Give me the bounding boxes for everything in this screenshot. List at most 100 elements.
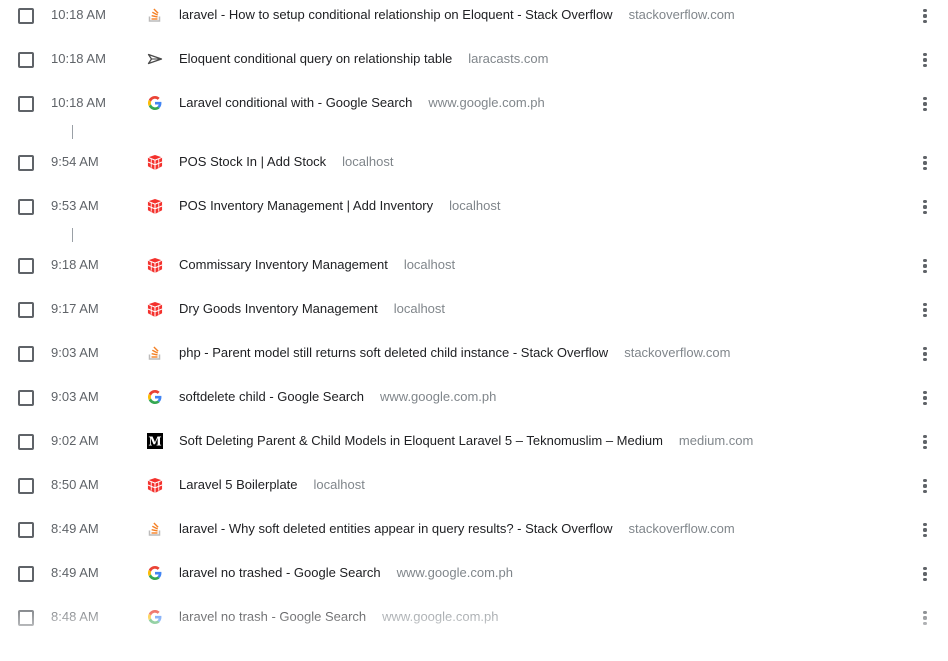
entry-link[interactable]: Soft Deleting Parent & Child Models in E… <box>179 433 753 448</box>
entry-link[interactable]: POS Inventory Management | Add Inventory… <box>179 198 500 213</box>
entry-title[interactable]: php - Parent model still returns soft de… <box>179 345 608 360</box>
entry-title[interactable]: laravel no trashed - Google Search <box>179 565 381 580</box>
more-actions-icon[interactable] <box>917 197 933 217</box>
google-icon <box>147 565 163 581</box>
more-actions-icon[interactable] <box>917 432 933 452</box>
entry-link[interactable]: laravel - How to setup conditional relat… <box>179 7 735 22</box>
more-actions-icon[interactable] <box>917 388 933 408</box>
entry-time: 8:50 AM <box>51 477 99 492</box>
entry-domain: localhost <box>393 301 446 316</box>
entry-title[interactable]: Commissary Inventory Management <box>179 257 388 272</box>
select-checkbox[interactable] <box>18 302 34 318</box>
time-gap-separator <box>72 125 73 139</box>
entry-domain: www.google.com.ph <box>396 565 513 580</box>
more-actions-icon[interactable] <box>917 94 933 114</box>
select-checkbox[interactable] <box>18 434 34 450</box>
entry-title[interactable]: laravel no trash - Google Search <box>179 609 366 624</box>
entry-link[interactable]: Eloquent conditional query on relationsh… <box>179 51 548 66</box>
entry-title[interactable]: Eloquent conditional query on relationsh… <box>179 51 452 66</box>
entry-time: 9:03 AM <box>51 389 99 404</box>
entry-time: 9:54 AM <box>51 154 99 169</box>
entry-domain: localhost <box>403 257 456 272</box>
entry-title[interactable]: Laravel conditional with - Google Search <box>179 95 412 110</box>
entry-domain: localhost <box>449 198 501 213</box>
entry-domain: stackoverflow.com <box>624 345 731 360</box>
laravel-icon <box>147 198 163 214</box>
history-entry[interactable]: 9:53 AM POS Inventory Management | Add In… <box>0 198 948 250</box>
select-checkbox[interactable] <box>18 522 34 538</box>
entry-time: 8:48 AM <box>51 609 99 624</box>
history-entry[interactable]: 10:18 AM Laravel conditional with - Googl… <box>0 95 948 147</box>
entry-link[interactable]: POS Stock In | Add Stock localhost <box>179 154 393 169</box>
more-actions-icon[interactable] <box>917 564 933 584</box>
entry-time: 8:49 AM <box>51 521 99 536</box>
entry-title[interactable]: laravel - Why soft deleted entities appe… <box>179 521 613 536</box>
entry-title[interactable]: Soft Deleting Parent & Child Models in E… <box>179 433 663 448</box>
entry-link[interactable]: softdelete child - Google Search www.goog… <box>179 389 496 404</box>
entry-domain: stackoverflow.com <box>628 521 735 536</box>
entry-time: 8:49 AM <box>51 565 99 580</box>
entry-title[interactable]: Dry Goods Inventory Management <box>179 301 378 316</box>
select-checkbox[interactable] <box>18 52 34 68</box>
entry-link[interactable]: Laravel 5 Boilerplate localhost <box>179 477 365 492</box>
entry-link[interactable]: Laravel conditional with - Google Search… <box>179 95 545 110</box>
select-checkbox[interactable] <box>18 199 34 215</box>
more-actions-icon[interactable] <box>917 608 933 628</box>
select-checkbox[interactable] <box>18 478 34 494</box>
entry-title[interactable]: softdelete child - Google Search <box>179 389 364 404</box>
entry-link[interactable]: php - Parent model still returns soft de… <box>179 345 730 360</box>
laravel-icon <box>147 154 163 170</box>
laravel-icon <box>147 301 163 317</box>
more-actions-icon[interactable] <box>917 520 933 540</box>
entry-domain: www.google.com.ph <box>380 389 497 404</box>
history-entry[interactable]: 9:02 AM M Soft Deleting Parent & Child Mod… <box>0 433 948 485</box>
entry-domain: laracasts.com <box>468 51 549 66</box>
laravel-icon <box>147 257 163 273</box>
entry-link[interactable]: Commissary Inventory Management localhost <box>179 257 455 272</box>
entry-domain: medium.com <box>678 433 754 448</box>
laravel-icon <box>147 477 163 493</box>
entry-link[interactable]: laravel no trash - Google Search www.goog… <box>179 609 499 624</box>
history-list: 10:18 AM laravel - How to setup condition… <box>0 0 948 626</box>
more-actions-icon[interactable] <box>917 50 933 70</box>
google-icon <box>147 609 163 625</box>
laracasts-icon <box>147 51 163 67</box>
entry-title[interactable]: POS Inventory Management | Add Inventory <box>179 198 433 213</box>
entry-title[interactable]: POS Stock In | Add Stock <box>179 154 326 169</box>
select-checkbox[interactable] <box>18 96 34 112</box>
history-entry[interactable]: 9:18 AM Commissary Inventory Management lo… <box>0 257 948 309</box>
entry-time: 10:18 AM <box>51 51 106 66</box>
more-actions-icon[interactable] <box>917 256 933 276</box>
stackoverflow-icon <box>147 345 163 361</box>
stackoverflow-icon <box>147 7 163 23</box>
google-icon <box>147 95 163 111</box>
entry-title[interactable]: Laravel 5 Boilerplate <box>179 477 298 492</box>
entry-time: 9:53 AM <box>51 198 99 213</box>
entry-time: 9:18 AM <box>51 257 99 272</box>
history-entry[interactable]: 8:48 AM laravel no trash - Google Search w… <box>0 609 948 661</box>
entry-link[interactable]: laravel - Why soft deleted entities appe… <box>179 521 735 536</box>
time-gap-separator <box>72 228 73 242</box>
select-checkbox[interactable] <box>18 566 34 582</box>
select-checkbox[interactable] <box>18 8 34 24</box>
select-checkbox[interactable] <box>18 258 34 274</box>
entry-domain: www.google.com.ph <box>382 609 499 624</box>
medium-icon: M <box>147 433 163 449</box>
select-checkbox[interactable] <box>18 610 34 626</box>
entry-link[interactable]: Dry Goods Inventory Management localhost <box>179 301 445 316</box>
entry-domain: localhost <box>313 477 365 492</box>
more-actions-icon[interactable] <box>917 6 933 26</box>
entry-time: 10:18 AM <box>51 95 106 110</box>
entry-link[interactable]: laravel no trashed - Google Search www.go… <box>179 565 513 580</box>
entry-title[interactable]: laravel - How to setup conditional relat… <box>179 7 613 22</box>
more-actions-icon[interactable] <box>917 300 933 320</box>
more-actions-icon[interactable] <box>917 153 933 173</box>
select-checkbox[interactable] <box>18 155 34 171</box>
more-actions-icon[interactable] <box>917 344 933 364</box>
entry-time: 10:18 AM <box>51 7 106 22</box>
select-checkbox[interactable] <box>18 346 34 362</box>
more-actions-icon[interactable] <box>917 476 933 496</box>
entry-domain: stackoverflow.com <box>628 7 735 22</box>
entry-domain: localhost <box>342 154 394 169</box>
select-checkbox[interactable] <box>18 390 34 406</box>
